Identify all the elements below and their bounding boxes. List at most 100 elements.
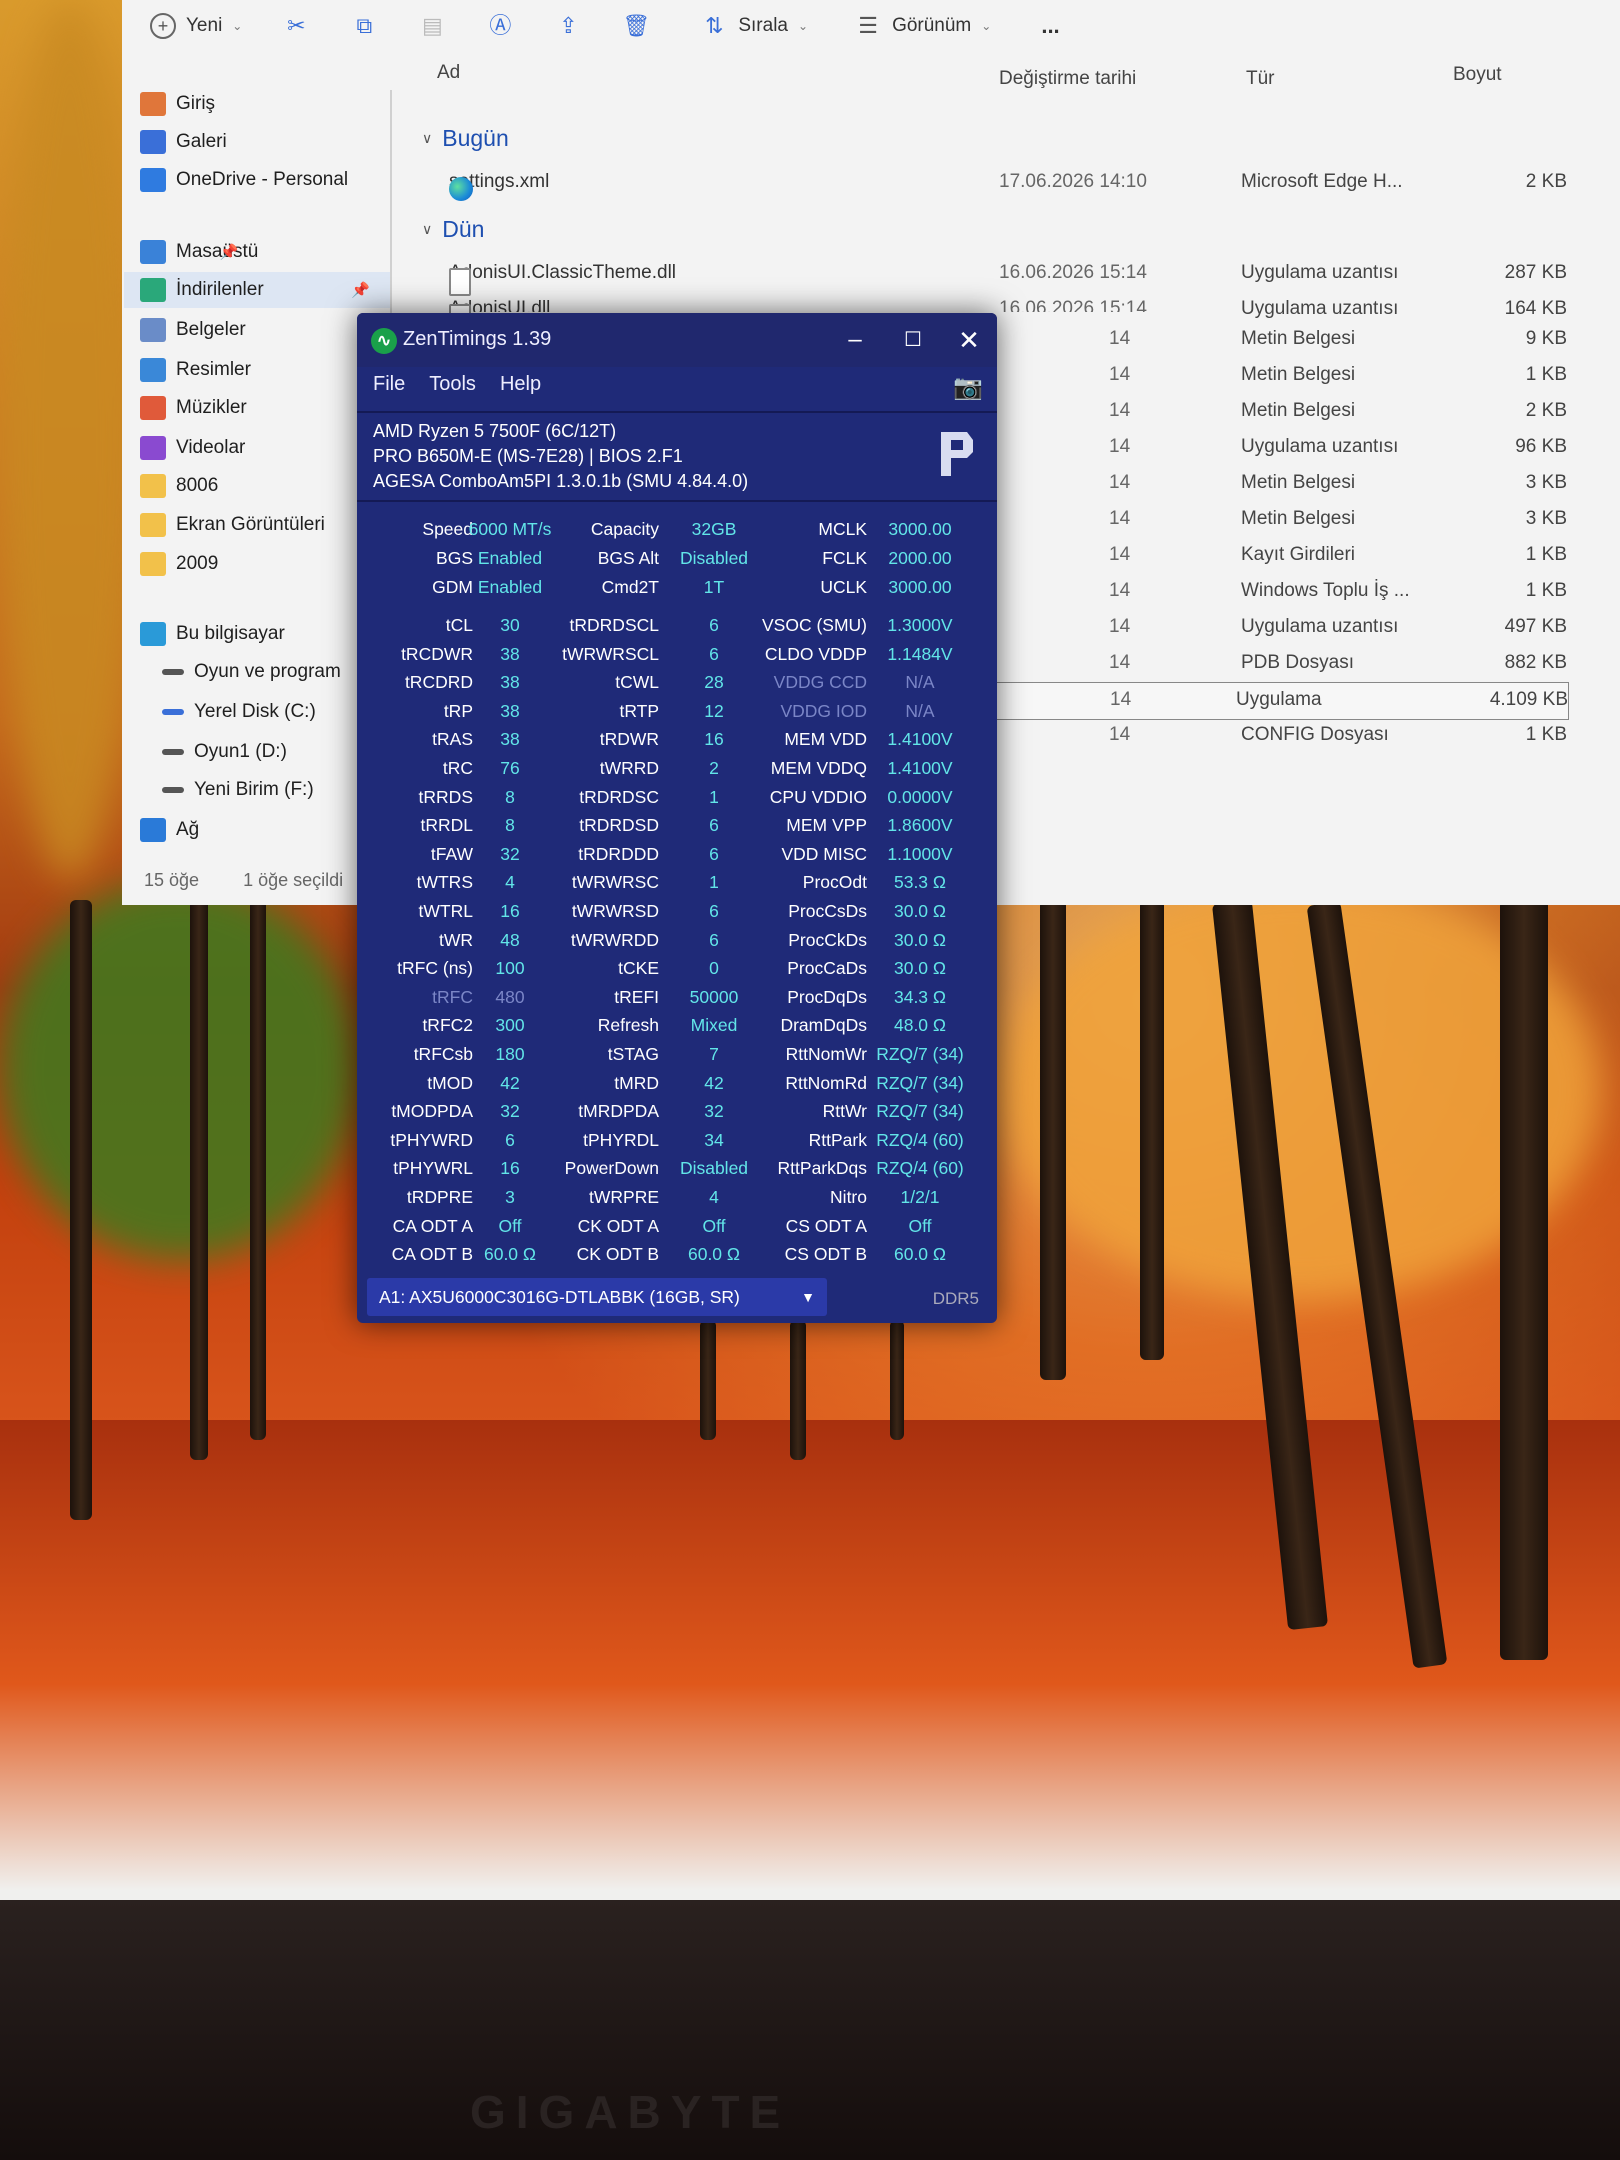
sort-button[interactable]: ⇅ Sırala ⌄ [700, 12, 808, 40]
sidebar-item[interactable]: 8006 [140, 468, 218, 504]
maximize-button[interactable]: ☐ [893, 323, 933, 357]
scissors-icon: ✂ [287, 13, 306, 38]
sidebar-item[interactable]: İndirilenler 📌 [124, 272, 390, 308]
chevron-down-icon: ∨ [422, 130, 433, 146]
plus-icon: + [150, 13, 176, 39]
sidebar-item[interactable]: Yerel Disk (C:) [162, 694, 316, 730]
timing-value: 3000.00 [888, 577, 952, 597]
sidebar-item[interactable]: OneDrive - Personal [140, 162, 348, 198]
file-type: Uygulama uzantısı [1241, 436, 1399, 457]
sidebar-item[interactable]: Yeni Birim (F:) [162, 772, 314, 808]
item-count: 15 öğe [144, 870, 200, 890]
rename-button[interactable]: Ⓐ [486, 12, 514, 40]
sidebar-item[interactable]: Müzikler [140, 390, 247, 426]
paste-button[interactable]: ▤ [418, 12, 446, 40]
column-type[interactable]: Tür [1246, 68, 1275, 90]
file-date: 14 [1109, 364, 1131, 385]
file-type: Uygulama uzantısı [1241, 262, 1399, 283]
timing-label: Speed [422, 519, 473, 539]
zentimings-logo-icon: ∿ [371, 328, 397, 354]
timing-value: 3000.00 [888, 519, 952, 539]
copy-button[interactable]: ⧉ [350, 12, 378, 40]
group-today-label: Bugün [442, 125, 509, 151]
timing-label: tREFI [614, 986, 659, 1007]
chevron-down-icon: ⌄ [798, 19, 809, 33]
timing-value: 50000 [689, 986, 739, 1007]
column-name[interactable]: Ad [437, 62, 460, 84]
timing-label: tRCDRD [404, 672, 473, 693]
timing-value: 53.3 Ω [893, 872, 946, 893]
timing-label: tRFCsb [413, 1044, 473, 1064]
ryzen-master-logo-icon [941, 432, 973, 476]
file-row[interactable]: AdonisUI.ClassicTheme.dll 16.06.2026 15:1… [437, 256, 1567, 296]
file-date: 14 [1109, 580, 1131, 601]
sidebar-item[interactable]: Masaüstü 📌 [140, 234, 258, 270]
timing-label: tRDRDDD [578, 843, 659, 864]
sidebar-item-icon [140, 552, 166, 576]
timing-label: tPHYWRL [393, 1158, 473, 1179]
file-size: 497 KB [1504, 616, 1567, 637]
cut-button[interactable]: ✂ [282, 12, 310, 40]
timing-value: 1T [703, 577, 725, 597]
wallpaper-tree [790, 1320, 806, 1460]
file-size: 164 KB [1504, 298, 1567, 319]
memory-type: DDR5 [932, 1289, 979, 1308]
timing-label: CK ODT B [576, 1244, 659, 1265]
sidebar-item[interactable]: Ekran Görüntüleri [140, 507, 325, 543]
column-size[interactable]: Boyut [1453, 64, 1502, 86]
sidebar-item[interactable]: Bu bilgisayar [140, 616, 285, 652]
sidebar-item[interactable]: Giriş [140, 86, 215, 122]
sort-label: Sırala [738, 15, 788, 36]
view-label: Görünüm [892, 15, 972, 36]
timing-label: MEM VDD [784, 729, 867, 750]
view-button[interactable]: ☰ Görünüm ⌄ [854, 12, 991, 40]
timing-label: tFAW [430, 843, 473, 864]
share-button[interactable]: ⇪ [554, 12, 582, 40]
timing-value: 6 [709, 615, 719, 635]
file-date: 16.06.2026 15:14 [999, 262, 1147, 283]
timing-label: ProcCsDs [788, 901, 867, 921]
file-row[interactable]: settings.xml 17.06.2026 14:10 Microsoft Ed… [437, 165, 1567, 201]
timing-label: GDM [432, 577, 473, 597]
new-label: Yeni [186, 15, 223, 36]
file-type: Metin Belgesi [1241, 508, 1356, 529]
sidebar-item[interactable]: Ağ [140, 812, 199, 848]
screenshot-camera-icon[interactable]: 📷 [953, 373, 983, 402]
timing-label: ProcDqDs [787, 986, 867, 1007]
dimm-selector[interactable]: A1: AX5U6000C3016G-DTLABBK (16GB, SR) ▼ [367, 1278, 827, 1316]
sidebar-item[interactable]: Galeri [140, 124, 227, 160]
menu-tools[interactable]: Tools [429, 373, 476, 396]
more-options-button[interactable]: ... [1041, 13, 1059, 39]
menu-help[interactable]: Help [500, 373, 541, 396]
copy-icon: ⧉ [356, 13, 373, 38]
file-size: 1 KB [1525, 580, 1567, 601]
timing-label: CA ODT A [392, 1215, 473, 1236]
delete-button[interactable]: 🗑 [622, 12, 650, 40]
sidebar-item[interactable]: Oyun ve program [162, 654, 341, 690]
timing-value: 28 [704, 672, 724, 693]
file-date: 14 [1109, 472, 1131, 493]
timing-value: 2000.00 [888, 548, 952, 568]
sidebar-item-icon [162, 709, 184, 715]
minimize-button[interactable]: – [835, 323, 875, 357]
sidebar-item[interactable]: Belgeler [140, 312, 246, 348]
sidebar-item[interactable]: Resimler [140, 352, 251, 388]
timing-label: MEM VPP [786, 815, 867, 836]
close-button[interactable]: ✕ [949, 323, 989, 357]
menu-file[interactable]: File [373, 373, 405, 396]
timing-label: PowerDown [564, 1158, 659, 1179]
title-bar[interactable]: ∿ ZenTimings 1.39 – ☐ ✕ [357, 313, 997, 367]
sidebar-item[interactable]: Videolar [140, 430, 245, 466]
group-yesterday[interactable]: ∨ Dün [422, 216, 484, 243]
timing-label: tRFC (ns) [397, 958, 473, 979]
timing-label: tRFC [432, 986, 473, 1007]
column-date[interactable]: Değiştirme tarihi [999, 68, 1136, 90]
sidebar-item-icon [140, 168, 166, 192]
timing-label: VSOC (SMU) [762, 615, 867, 635]
sidebar-item[interactable]: 2009 [140, 546, 218, 582]
sidebar-item[interactable]: Oyun1 (D:) [162, 734, 287, 770]
group-today[interactable]: ∨ Bugün [422, 125, 509, 152]
file-date: 14 [1109, 508, 1131, 529]
timing-label: CK ODT A [577, 1215, 659, 1236]
new-button[interactable]: + Yeni ⌄ [150, 13, 242, 39]
